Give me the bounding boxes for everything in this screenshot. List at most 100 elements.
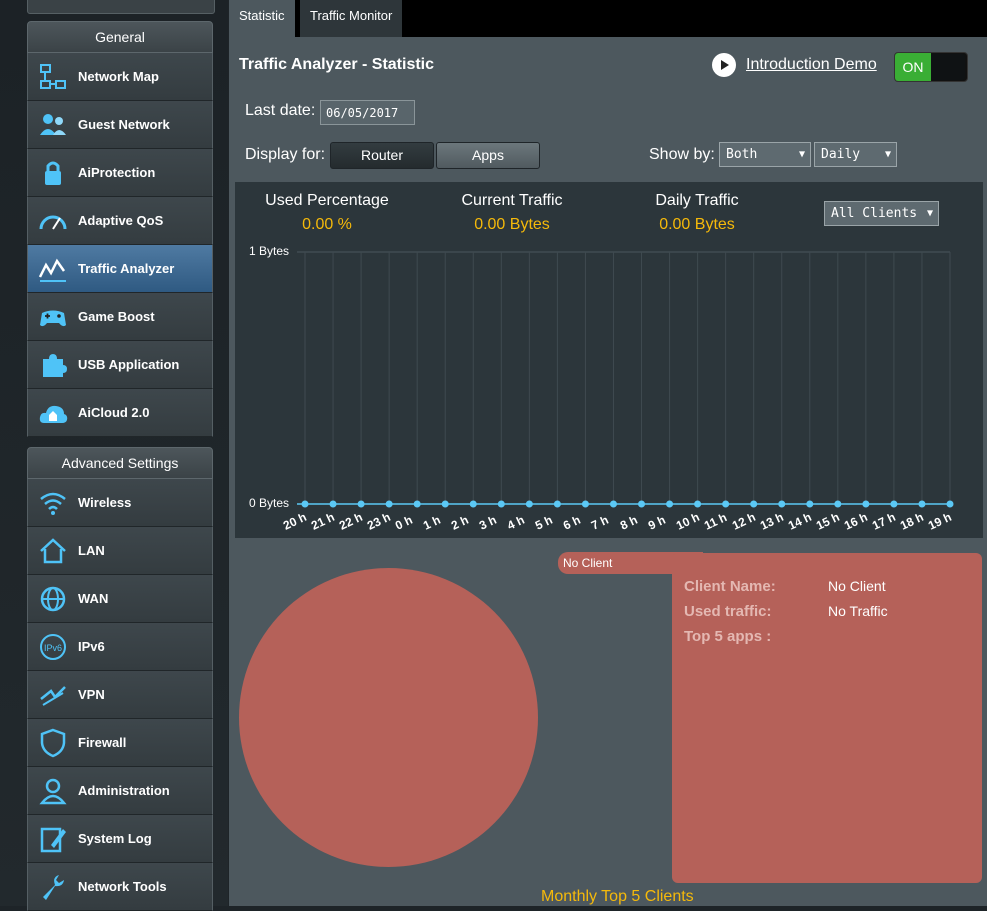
data-point[interactable]	[497, 500, 505, 508]
data-point[interactable]	[553, 500, 561, 508]
sidebar-item-label: System Log	[78, 831, 152, 846]
svg-text:IPv6: IPv6	[44, 643, 62, 653]
cloud-home-icon	[28, 389, 78, 436]
sidebar-item-usb-application[interactable]: USB Application	[27, 341, 213, 389]
traffic-line-chart	[297, 251, 954, 508]
router-button[interactable]: Router	[330, 142, 434, 169]
client-detail-panel: Client Name: No Client Used traffic: No …	[672, 553, 982, 883]
guest-network-icon	[28, 101, 78, 148]
enable-toggle[interactable]: ON	[894, 52, 968, 82]
last-date-field[interactable]: 06/05/2017	[320, 100, 415, 125]
client-name-value: No Client	[828, 578, 886, 594]
shield-icon	[28, 719, 78, 766]
sidebar-item-aiprotection[interactable]: AiProtection	[27, 149, 213, 197]
sidebar-item-administration[interactable]: Administration	[27, 767, 213, 815]
sidebar-item-game-boost[interactable]: Game Boost	[27, 293, 213, 341]
data-point[interactable]	[525, 500, 533, 508]
introduction-demo-link[interactable]: Introduction Demo	[712, 53, 877, 77]
data-point[interactable]	[357, 500, 365, 508]
data-point[interactable]	[918, 500, 926, 508]
data-point[interactable]	[581, 500, 589, 508]
clients-pie-chart[interactable]	[239, 568, 538, 867]
show-by-select[interactable]: Both ▼	[719, 142, 811, 167]
chevron-down-icon: ▼	[884, 149, 891, 160]
apps-button[interactable]: Apps	[436, 142, 540, 169]
sidebar-item-label: WAN	[78, 591, 109, 606]
sidebar-item-label: Adaptive QoS	[78, 213, 164, 228]
sidebar-item-aicloud-2-0[interactable]: AiCloud 2.0	[27, 389, 213, 437]
main-content: Statistic Traffic Monitor Traffic Analyz…	[229, 0, 987, 906]
ipv6-icon: IPv6	[28, 623, 78, 670]
data-point[interactable]	[946, 500, 954, 508]
sidebar-item-adaptive-qos[interactable]: Adaptive QoS	[27, 197, 213, 245]
data-point[interactable]	[834, 500, 842, 508]
sidebar-item-label: Guest Network	[78, 117, 170, 132]
general-list: Network Map Guest Network AiProtection Adap…	[27, 53, 213, 437]
data-point[interactable]	[694, 500, 702, 508]
sidebar-item-traffic-analyzer[interactable]: Traffic Analyzer	[27, 245, 213, 293]
last-date-label: Last date:	[245, 102, 316, 119]
lock-icon	[28, 149, 78, 196]
data-point[interactable]	[609, 500, 617, 508]
toggle-on-label: ON	[895, 53, 931, 81]
sidebar-item-label: IPv6	[78, 639, 105, 654]
data-point[interactable]	[722, 500, 730, 508]
tab-statistic[interactable]: Statistic	[229, 0, 295, 37]
data-point[interactable]	[806, 500, 814, 508]
sidebar-item-network-map[interactable]: Network Map	[27, 53, 213, 101]
general-menu: General Network Map Guest Network AiProtec…	[27, 21, 213, 437]
sidebar-item-wireless[interactable]: Wireless	[27, 479, 213, 527]
period-select[interactable]: Daily ▼	[814, 142, 897, 167]
tab-bar: Statistic Traffic Monitor	[229, 0, 987, 37]
sidebar-item-label: AiProtection	[78, 165, 156, 180]
data-point[interactable]	[441, 500, 449, 508]
sidebar-item-guest-network[interactable]: Guest Network	[27, 101, 213, 149]
sidebar-item-vpn[interactable]: VPN	[27, 671, 213, 719]
data-point[interactable]	[385, 500, 393, 508]
sidebar-item-ipv6[interactable]: IPv6 IPv6	[27, 623, 213, 671]
traffic-chart-icon	[28, 245, 78, 292]
page-title: Traffic Analyzer - Statistic	[239, 56, 435, 73]
used-traffic-label: Used traffic:	[684, 603, 772, 620]
data-point[interactable]	[469, 500, 477, 508]
client-name-label: Client Name:	[684, 578, 776, 595]
sidebar: General Network Map Guest Network AiProtec…	[0, 0, 228, 911]
sidebar-item-label: LAN	[78, 543, 105, 558]
data-point[interactable]	[329, 500, 337, 508]
monthly-top-clients-title: Monthly Top 5 Clients	[541, 888, 694, 905]
data-point[interactable]	[862, 500, 870, 508]
sidebar-item-label: Wireless	[78, 495, 132, 510]
speedometer-icon	[28, 197, 78, 244]
sidebar-item-network-tools[interactable]: Network Tools	[27, 863, 213, 911]
vpn-icon	[28, 671, 78, 718]
general-header: General	[27, 21, 213, 53]
sidebar-item-label: Administration	[78, 783, 170, 798]
introduction-demo-label: Introduction Demo	[746, 56, 877, 73]
data-point[interactable]	[890, 500, 898, 508]
show-by-value: Both	[726, 147, 758, 162]
used-traffic-value: No Traffic	[828, 603, 888, 619]
data-point[interactable]	[638, 500, 646, 508]
sidebar-item-label: Traffic Analyzer	[78, 261, 175, 276]
data-point[interactable]	[413, 500, 421, 508]
sidebar-item-lan[interactable]: LAN	[27, 527, 213, 575]
sidebar-item-system-log[interactable]: System Log	[27, 815, 213, 863]
puzzle-icon	[28, 341, 78, 388]
sidebar-item-firewall[interactable]: Firewall	[27, 719, 213, 767]
sidebar-item-wan[interactable]: WAN	[27, 575, 213, 623]
advanced-menu: Advanced Settings Wireless LAN WAN IPv6 IPv6…	[27, 447, 213, 911]
data-point[interactable]	[666, 500, 674, 508]
period-value: Daily	[821, 147, 861, 162]
display-for-label: Display for:	[245, 146, 326, 163]
top-apps-label: Top 5 apps :	[684, 628, 772, 645]
network-map-icon	[28, 53, 78, 100]
data-point[interactable]	[301, 500, 309, 508]
tab-traffic-monitor[interactable]: Traffic Monitor	[300, 0, 403, 37]
sidebar-top-item[interactable]	[27, 0, 215, 14]
sidebar-item-label: AiCloud 2.0	[78, 405, 150, 420]
wifi-icon	[28, 479, 78, 526]
data-point[interactable]	[750, 500, 758, 508]
sidebar-item-label: Network Tools	[78, 879, 167, 894]
sidebar-item-label: Game Boost	[78, 309, 155, 324]
data-point[interactable]	[778, 500, 786, 508]
